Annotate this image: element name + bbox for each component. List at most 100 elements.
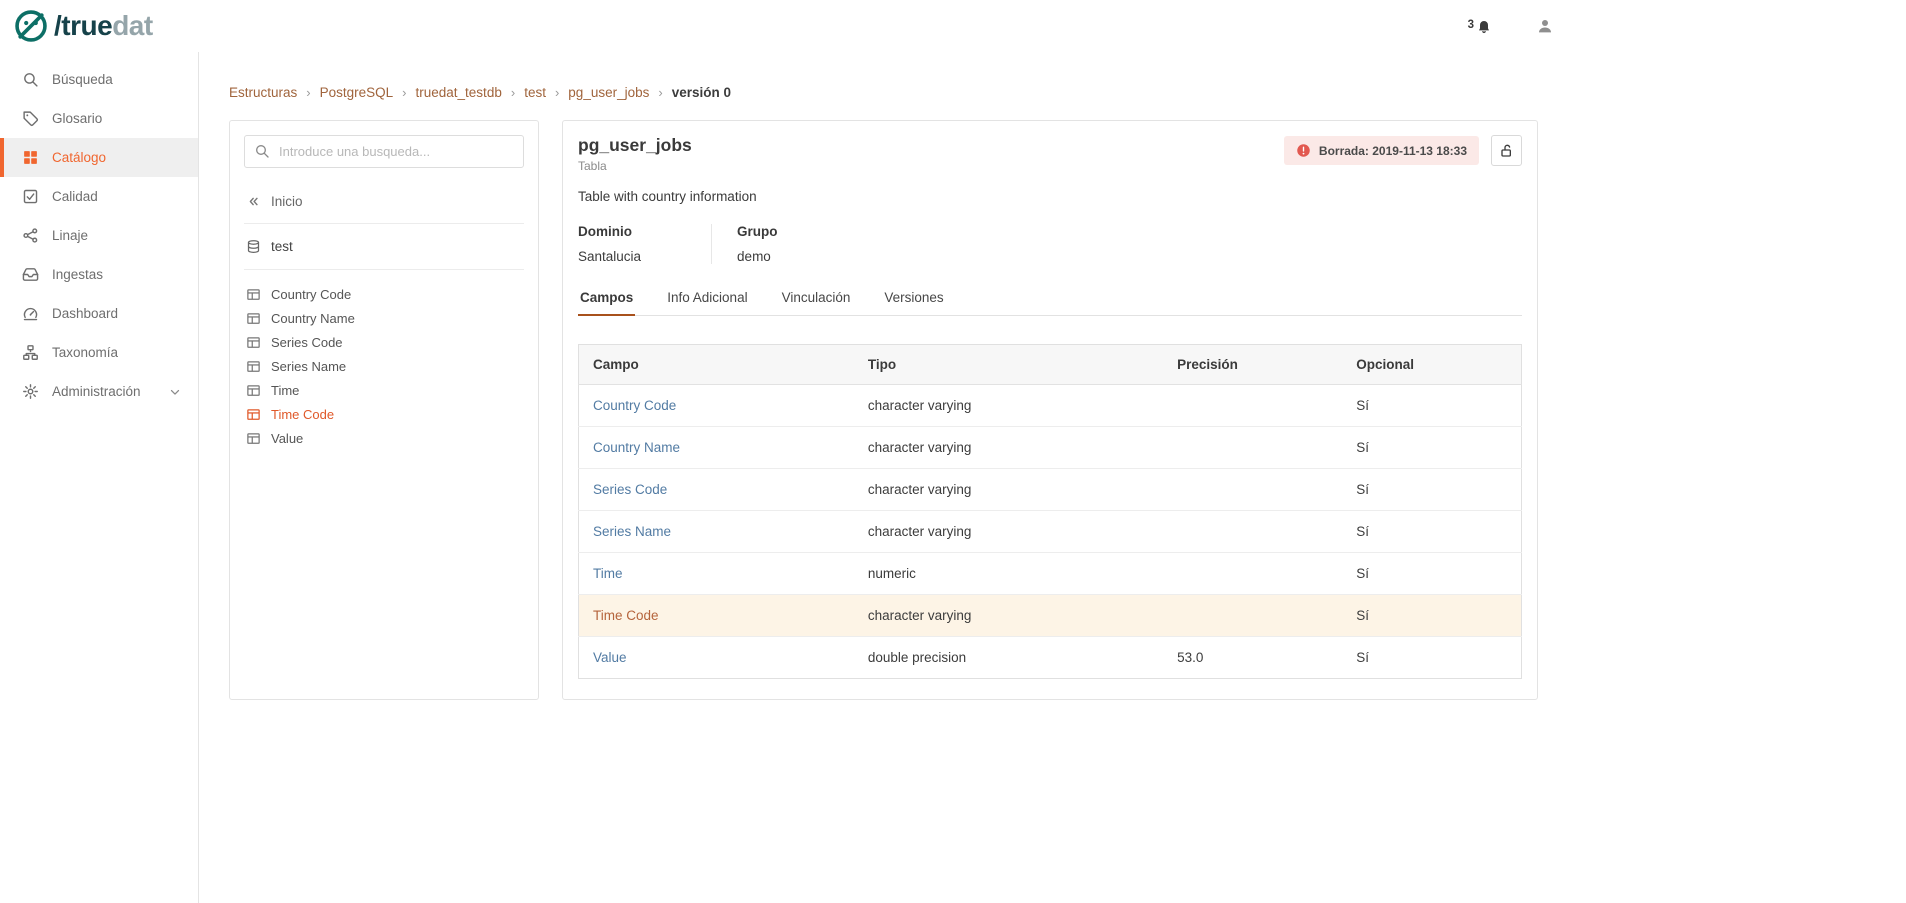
field-optional: Sí <box>1342 469 1521 511</box>
user-menu-button[interactable] <box>1536 17 1554 35</box>
column-item-series-name[interactable]: Series Name <box>244 354 524 378</box>
meta-dominio: Dominio Santalucia <box>578 224 711 264</box>
back-to-inicio[interactable]: Inicio <box>244 194 524 224</box>
tab-campos[interactable]: Campos <box>578 290 635 315</box>
sidebar-item-busqueda[interactable]: Búsqueda <box>0 60 198 99</box>
breadcrumb-current-version: versión 0 <box>672 85 731 100</box>
logo[interactable]: /truedat <box>13 8 153 44</box>
field-precision <box>1163 595 1342 637</box>
column-item-country-name[interactable]: Country Name <box>244 306 524 330</box>
column-item-label: Series Name <box>271 359 346 374</box>
sidebar-item-label: Calidad <box>52 189 98 204</box>
sidebar-item-label: Dashboard <box>52 306 118 321</box>
table-icon <box>246 407 261 422</box>
lock-icon <box>1499 143 1515 159</box>
meta-dominio-label: Dominio <box>578 224 641 239</box>
column-item-label: Time Code <box>271 407 334 422</box>
person-icon <box>1536 17 1554 35</box>
breadcrumb-separator <box>306 85 310 100</box>
field-link[interactable]: Value <box>593 650 627 665</box>
sidebar-item-calidad[interactable]: Calidad <box>0 177 198 216</box>
table-row: Series Code character varying Sí <box>579 469 1522 511</box>
sidebar-item-linaje[interactable]: Linaje <box>0 216 198 255</box>
breadcrumb-separator <box>402 85 406 100</box>
breadcrumb-estructuras[interactable]: Estructuras <box>229 85 297 100</box>
database-icon <box>246 239 261 254</box>
tab-info-adicional[interactable]: Info Adicional <box>665 290 749 315</box>
meta-dominio-value: Santalucia <box>578 249 641 264</box>
breadcrumb-pg-user-jobs[interactable]: pg_user_jobs <box>568 85 649 100</box>
grid-icon <box>22 149 39 166</box>
table-icon <box>246 311 261 326</box>
notification-count: 3 <box>1468 19 1474 31</box>
meta-grupo-value: demo <box>737 249 778 264</box>
field-link[interactable]: Time <box>593 566 623 581</box>
field-precision: 53.0 <box>1163 637 1342 679</box>
tab-versiones[interactable]: Versiones <box>882 290 945 315</box>
lock-button[interactable] <box>1491 135 1522 166</box>
title-block: pg_user_jobs Tabla <box>578 135 692 173</box>
field-link[interactable]: Country Name <box>593 440 680 455</box>
structure-type-label: Tabla <box>578 159 692 173</box>
table-icon <box>246 383 261 398</box>
column-header-campo: Campo <box>579 345 854 385</box>
structure-description: Table with country information <box>578 189 1522 204</box>
sidebar-item-administracion[interactable]: Administración <box>0 372 198 411</box>
tag-icon <box>22 110 39 127</box>
notifications-button[interactable]: 3 <box>1468 18 1492 34</box>
logo-wordmark-secondary: dat <box>112 10 153 41</box>
column-item-label: Country Code <box>271 287 351 302</box>
column-header-precision: Precisión <box>1163 345 1342 385</box>
field-link[interactable]: Series Code <box>593 482 667 497</box>
breadcrumb-postgresql[interactable]: PostgreSQL <box>320 85 394 100</box>
field-link[interactable]: Series Name <box>593 524 671 539</box>
table-header-row: Campo Tipo Precisión Opcional <box>579 345 1522 385</box>
bell-icon <box>1476 18 1492 34</box>
breadcrumb: Estructuras PostgreSQL truedat_testdb te… <box>229 85 1906 100</box>
truedat-owl-icon <box>13 8 49 44</box>
table-icon <box>246 359 261 374</box>
column-item-time-code[interactable]: Time Code <box>244 402 524 426</box>
sidebar-item-ingestas[interactable]: Ingestas <box>0 255 198 294</box>
meta-row: Dominio Santalucia Grupo demo <box>578 224 1522 264</box>
page-title: pg_user_jobs <box>578 135 692 156</box>
field-optional: Sí <box>1342 553 1521 595</box>
field-type: character varying <box>854 427 1163 469</box>
gauge-icon <box>22 305 39 322</box>
logo-wordmark: /truedat <box>54 12 153 40</box>
column-header-tipo: Tipo <box>854 345 1163 385</box>
column-item-time[interactable]: Time <box>244 378 524 402</box>
breadcrumb-separator <box>658 85 662 100</box>
parent-structure-item[interactable]: test <box>244 224 524 270</box>
search-input[interactable] <box>244 135 524 168</box>
search-icon <box>254 143 270 159</box>
sidebar-item-taxonomia[interactable]: Taxonomía <box>0 333 198 372</box>
sidebar-item-glosario[interactable]: Glosario <box>0 99 198 138</box>
breadcrumb-truedat-testdb[interactable]: truedat_testdb <box>416 85 502 100</box>
meta-grupo-label: Grupo <box>737 224 778 239</box>
column-list: Country Code Country Name Series Code <box>244 282 524 450</box>
sidebar-item-label: Catálogo <box>52 150 106 165</box>
breadcrumb-test[interactable]: test <box>524 85 546 100</box>
field-link[interactable]: Time Code <box>593 608 659 623</box>
field-link[interactable]: Country Code <box>593 398 676 413</box>
field-optional: Sí <box>1342 385 1521 427</box>
sidebar-item-dashboard[interactable]: Dashboard <box>0 294 198 333</box>
main-content: Estructuras PostgreSQL truedat_testdb te… <box>199 52 1906 903</box>
table-icon <box>246 287 261 302</box>
column-item-country-code[interactable]: Country Code <box>244 282 524 306</box>
sidebar-item-catalogo[interactable]: Catálogo <box>0 138 198 177</box>
column-item-label: Value <box>271 431 303 446</box>
tab-vinculacion[interactable]: Vinculación <box>780 290 853 315</box>
field-precision <box>1163 427 1342 469</box>
status-badge: Borrada: 2019-11-13 18:33 <box>1284 136 1479 165</box>
check-square-icon <box>22 188 39 205</box>
column-item-series-code[interactable]: Series Code <box>244 330 524 354</box>
fields-table: Campo Tipo Precisión Opcional Country Co… <box>578 344 1522 679</box>
parent-structure-label: test <box>271 239 293 254</box>
field-type: character varying <box>854 385 1163 427</box>
column-item-label: Country Name <box>271 311 355 326</box>
column-item-value[interactable]: Value <box>244 426 524 450</box>
field-optional: Sí <box>1342 637 1521 679</box>
field-precision <box>1163 553 1342 595</box>
